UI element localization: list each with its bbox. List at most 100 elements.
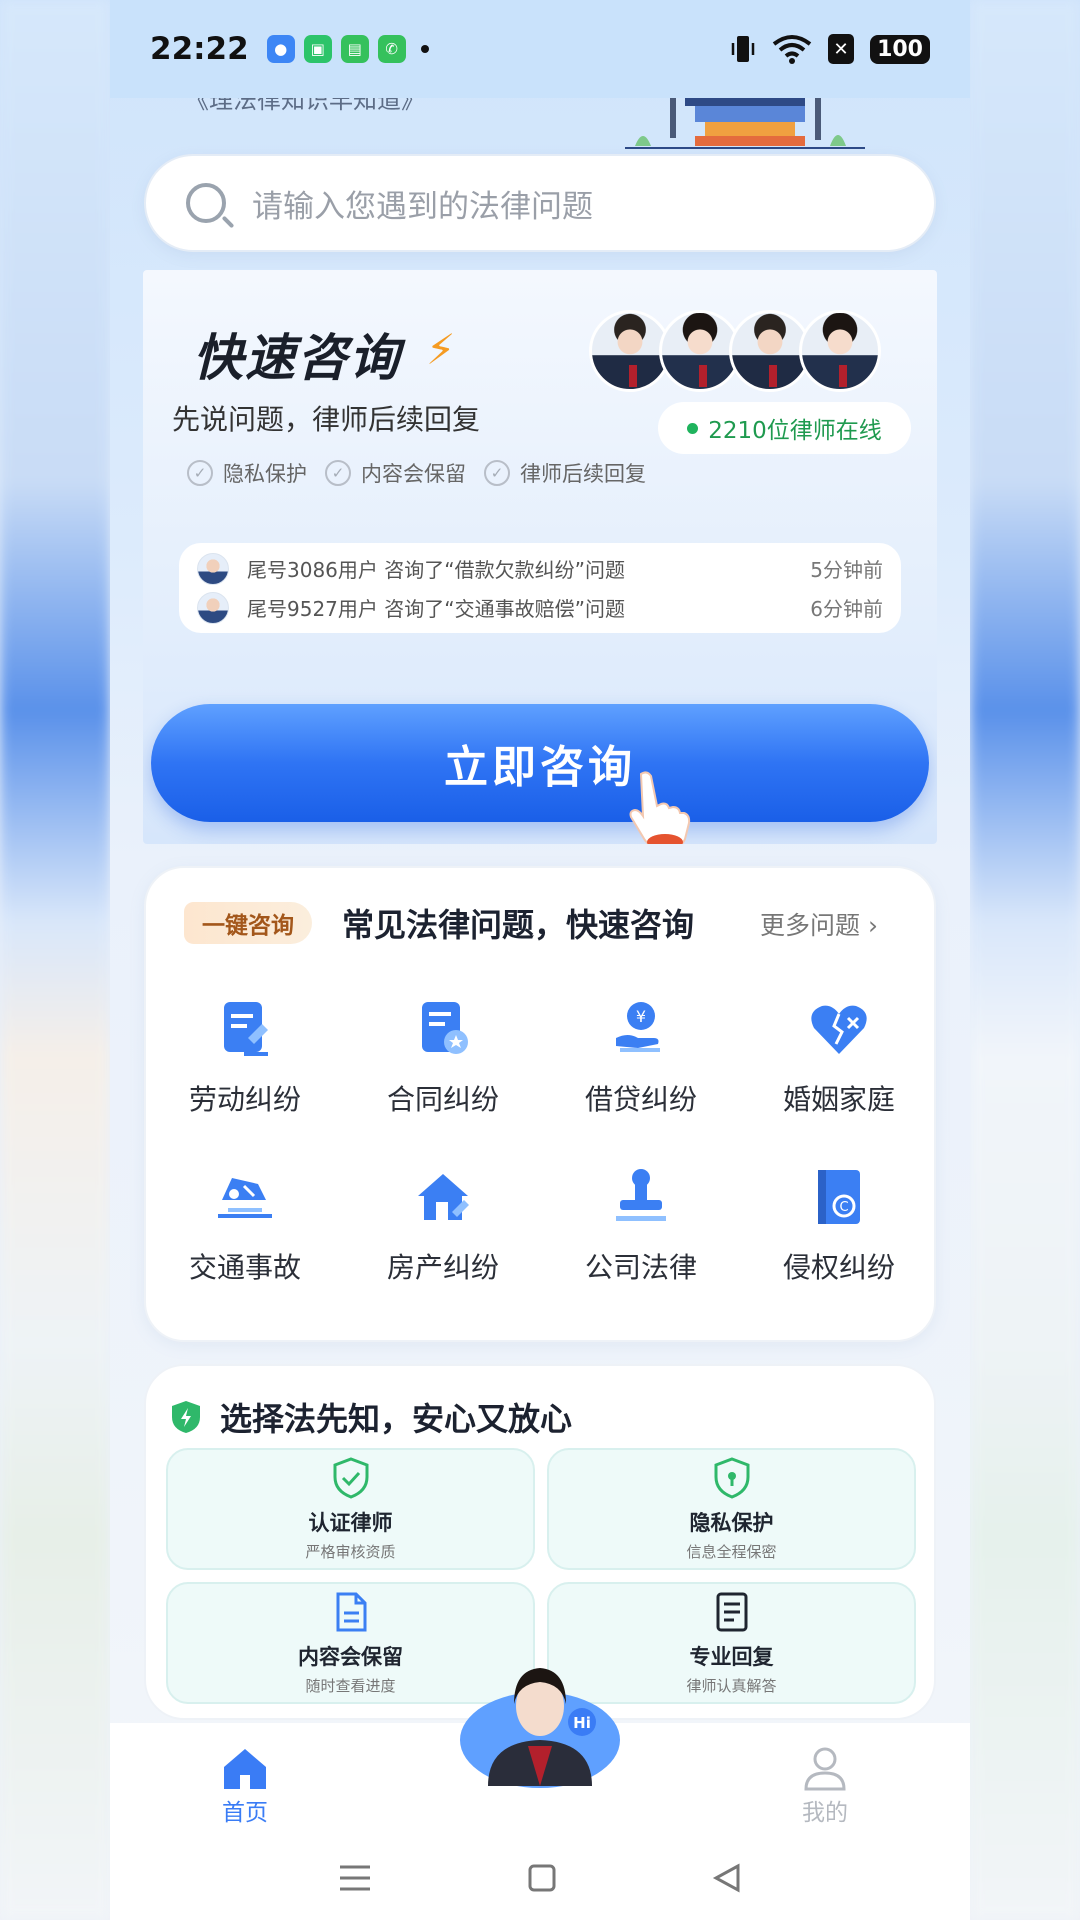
- phone-notification-icon: ✆: [377, 35, 406, 63]
- notes-icon: [716, 1592, 747, 1631]
- category-label: 劳动纠纷: [188, 1083, 301, 1116]
- check-circle-icon: ✓: [325, 460, 351, 486]
- trust-label: 认证律师: [308, 1510, 393, 1535]
- legal-categories-card: 一键咨询 常见法律问题，快速咨询 更多问题 › 劳动纠纷 合同纠纷 ¥ 借贷纠纷…: [144, 866, 936, 1342]
- search-placeholder: 请输入您遇到的法律问题: [252, 188, 593, 225]
- wifi-icon: [772, 35, 812, 64]
- trust-desc: 律师认真解答: [686, 1676, 777, 1695]
- menu-icon[interactable]: [338, 1863, 372, 1893]
- pointing-hand-icon: [629, 771, 691, 844]
- nav-mine-label: 我的: [802, 1800, 848, 1826]
- one-click-tag: 一键咨询: [184, 902, 312, 944]
- house-icon: [418, 1174, 469, 1220]
- ai-assistant-button[interactable]: Hi: [458, 1656, 622, 1790]
- vibrate-icon: [731, 36, 755, 62]
- svg-text:¥: ¥: [636, 1007, 646, 1026]
- nav-home-label: 首页: [222, 1800, 268, 1826]
- feature-item: ✓ 律师后续回复: [484, 458, 646, 488]
- background-blur-right: [970, 0, 1080, 1920]
- copyright-book-icon: C: [818, 1170, 860, 1224]
- feature-label: 隐私保护: [223, 462, 307, 486]
- ticker-time: 6分钟前: [810, 597, 883, 621]
- check-circle-icon: ✓: [484, 460, 510, 486]
- ticker-text: 尾号3086用户 咨询了“借款欠款纠纷”问题: [247, 558, 625, 582]
- battery-indicator: 100: [870, 34, 930, 64]
- search-bar[interactable]: 请输入您遇到的法律问题: [144, 154, 936, 252]
- ticker-row: 尾号9527用户 咨询了“交通事故赔偿”问题 6分钟前: [197, 588, 883, 627]
- more-questions-label: 更多问题: [760, 911, 861, 940]
- shield-lock-icon: [714, 1456, 749, 1499]
- user-avatar: [197, 591, 229, 624]
- feature-item: ✓ 内容会保留: [325, 458, 466, 488]
- trust-header: 选择法先知，安心又放心: [170, 1394, 572, 1440]
- category-infringement[interactable]: C 侵权纠纷: [740, 1166, 938, 1286]
- trust-desc: 严格审核资质: [305, 1542, 396, 1561]
- trust-label: 内容会保留: [298, 1644, 403, 1669]
- quick-consult-subtitle: 先说问题，律师后续回复: [172, 403, 481, 436]
- svg-text:C: C: [839, 1200, 848, 1215]
- trust-desc: 随时查看进度: [305, 1676, 396, 1695]
- contract-icon: [422, 1002, 468, 1054]
- labor-contract-icon: [224, 1002, 268, 1056]
- consult-ticker: 尾号3086用户 咨询了“借款欠款纠纷”问题 5分钟前 尾号9527用户 咨询了…: [179, 543, 901, 633]
- category-company[interactable]: 公司法律: [542, 1166, 740, 1286]
- nav-mine[interactable]: 我的: [800, 1745, 850, 1827]
- ticker-row: 尾号3086用户 咨询了“借款欠款纠纷”问题 5分钟前: [197, 549, 883, 588]
- consult-now-button[interactable]: 立即咨询: [151, 704, 929, 822]
- stamp-icon: [616, 1169, 666, 1221]
- home-icon: [224, 1749, 266, 1789]
- categories-title: 常见法律问题，快速咨询: [342, 906, 695, 944]
- app-notification-icon: ▣: [303, 35, 332, 63]
- trust-desc: 信息全程保密: [686, 1542, 777, 1561]
- category-label: 婚姻家庭: [782, 1083, 895, 1116]
- feature-label: 内容会保留: [361, 462, 466, 486]
- category-label: 侵权纠纷: [782, 1251, 895, 1284]
- shield-check-icon: [333, 1456, 368, 1499]
- background-blur-left: [0, 0, 110, 1920]
- notification-icons: ● ▣ ▤ ✆: [266, 35, 429, 63]
- system-navigation: [110, 1835, 970, 1920]
- status-bar: 22:22 ● ▣ ▤ ✆ ✕ 100: [110, 0, 970, 98]
- category-label: 公司法律: [584, 1251, 697, 1284]
- lawyer-avatars: [589, 310, 881, 392]
- app-notification-icon: ●: [266, 35, 295, 63]
- category-traffic[interactable]: 交通事故: [146, 1166, 344, 1286]
- nav-home[interactable]: 首页: [220, 1745, 270, 1827]
- search-icon: [186, 183, 226, 223]
- check-circle-icon: ✓: [187, 460, 213, 486]
- quick-consult-title: 快速咨询: [193, 329, 401, 387]
- trust-item-certified: 认证律师 严格审核资质: [166, 1448, 535, 1570]
- broken-heart-icon: [811, 1005, 867, 1054]
- category-labor[interactable]: 劳动纠纷: [146, 998, 344, 1118]
- no-sim-icon: ✕: [828, 34, 855, 64]
- loan-icon: ¥: [616, 1002, 660, 1052]
- online-dot-icon: [687, 422, 699, 434]
- online-count-text: 2210位律师在线: [708, 418, 882, 444]
- back-icon[interactable]: [712, 1862, 742, 1893]
- chevron-right-icon: ›: [867, 911, 878, 940]
- ticker-time: 5分钟前: [810, 558, 883, 582]
- category-contract[interactable]: 合同纠纷: [344, 998, 542, 1118]
- online-lawyers-badge: 2210位律师在线: [658, 402, 911, 454]
- more-questions-link[interactable]: 更多问题 ›: [760, 906, 878, 942]
- app-screen: 22:22 ● ▣ ▤ ✆ ✕ 100 《理法律知识早知道》 请输入您遇到的法律…: [110, 0, 970, 1920]
- person-icon: [804, 1747, 846, 1791]
- home-square-icon[interactable]: [527, 1863, 557, 1893]
- ticker-text: 尾号9527用户 咨询了“交通事故赔偿”问题: [247, 597, 625, 621]
- user-avatar: [197, 552, 229, 585]
- document-icon: [336, 1592, 366, 1631]
- feature-list: ✓ 隐私保护 ✓ 内容会保留 ✓ 律师后续回复: [187, 458, 646, 488]
- category-loan[interactable]: ¥ 借贷纠纷: [542, 998, 740, 1118]
- category-property[interactable]: 房产纠纷: [344, 1166, 542, 1286]
- category-label: 房产纠纷: [386, 1251, 499, 1284]
- category-marriage[interactable]: 婚姻家庭: [740, 998, 938, 1118]
- category-label: 借贷纠纷: [584, 1083, 697, 1116]
- trust-title: 选择法先知，安心又放心: [220, 1400, 573, 1438]
- category-label: 合同纠纷: [386, 1083, 499, 1116]
- quick-consult-card: 快速咨询 ⚡ 先说问题，律师后续回复 ✓ 隐私保护 ✓ 内容会保留 ✓ 律师后续回复 …: [143, 270, 937, 844]
- trust-label: 专业回复: [689, 1644, 774, 1669]
- feature-label: 律师后续回复: [520, 462, 646, 486]
- lightning-icon: ⚡: [426, 325, 456, 374]
- category-label: 交通事故: [188, 1251, 301, 1284]
- lawyer-avatar: [799, 310, 881, 392]
